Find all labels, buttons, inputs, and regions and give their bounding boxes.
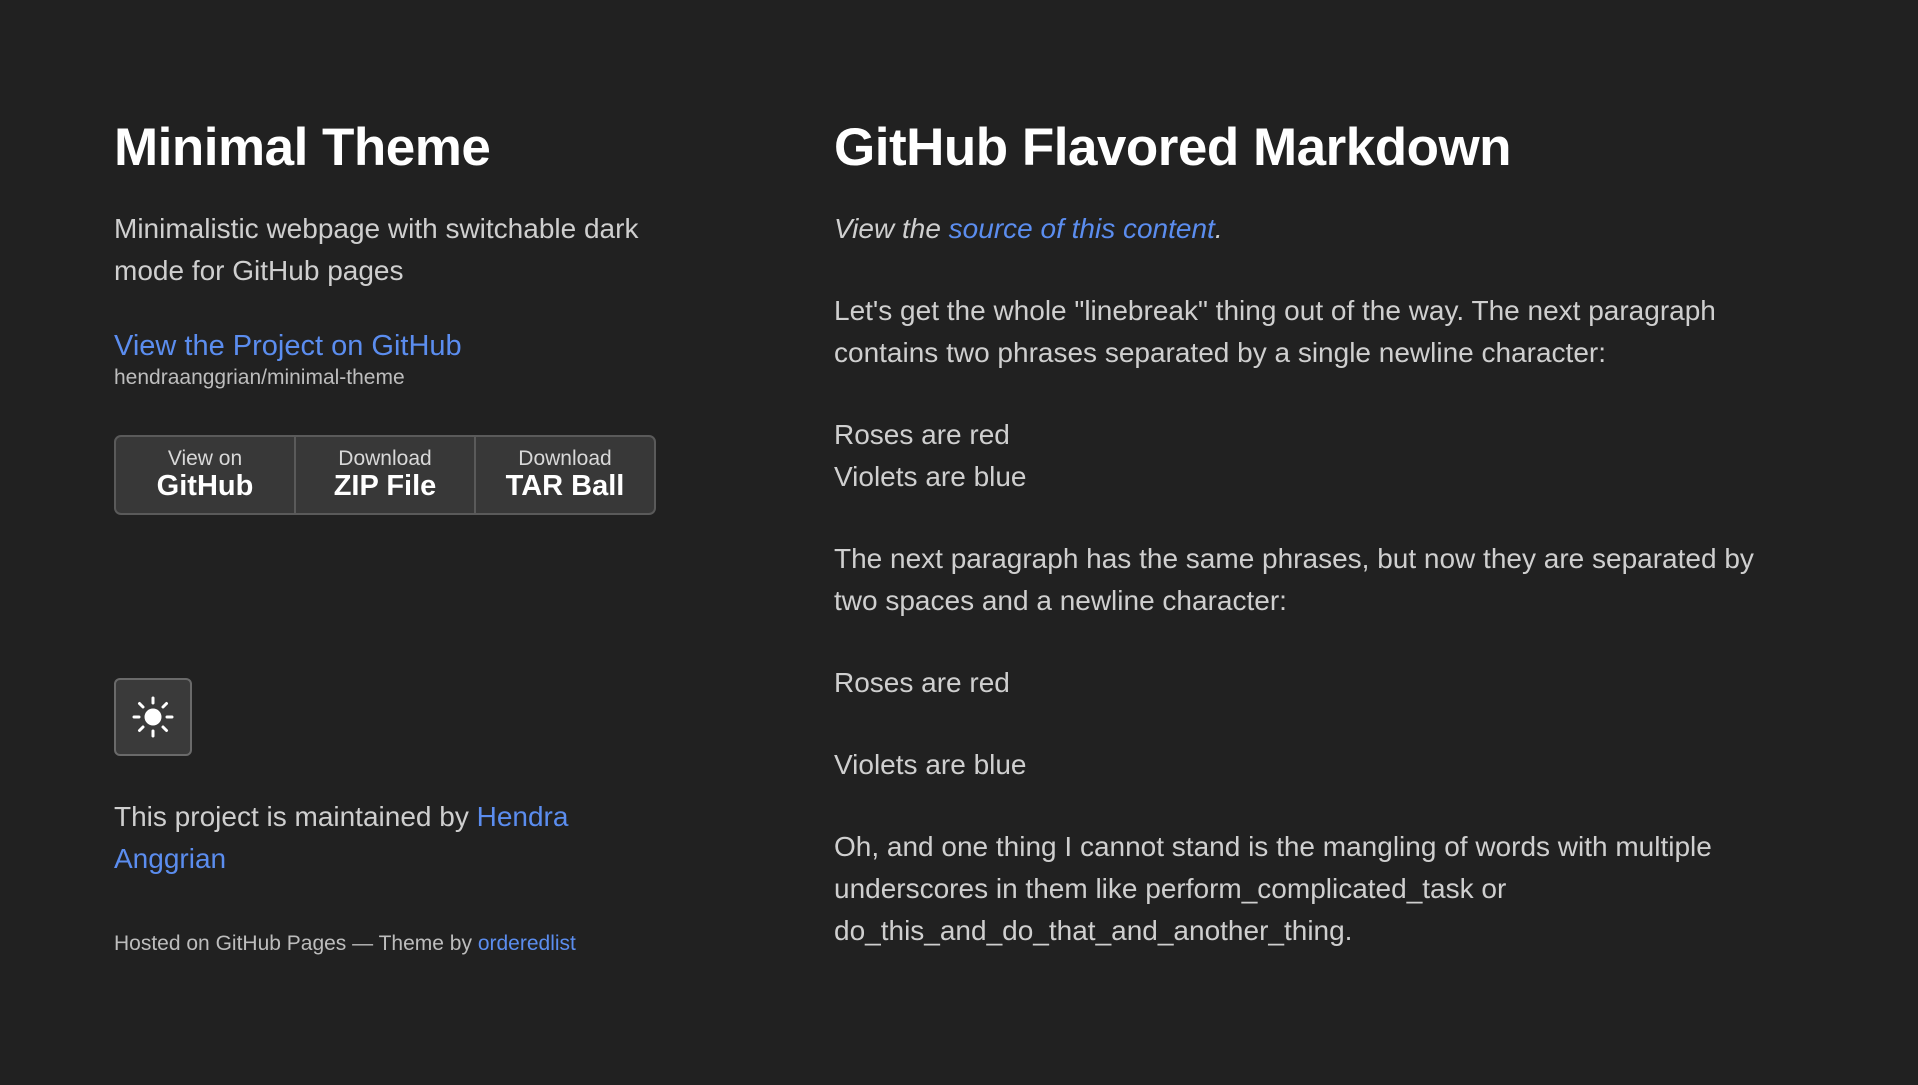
paragraph-roses-single-newline: Roses are red Violets are blue xyxy=(834,414,1804,498)
download-zip-small-label: Download xyxy=(338,447,432,470)
download-tar-small-label: Download xyxy=(518,447,612,470)
maintained-by-text: This project is maintained by Hendra Ang… xyxy=(114,796,634,880)
downloads-group: View on GitHub Download ZIP File Downloa… xyxy=(114,435,656,515)
site-title: Minimal Theme xyxy=(114,118,491,177)
download-tar-big-label: TAR Ball xyxy=(505,470,625,502)
page-title: GitHub Flavored Markdown xyxy=(834,118,1512,177)
maintained-prefix: This project is maintained by xyxy=(114,801,477,832)
source-prefix: View the xyxy=(834,213,949,244)
view-project-link[interactable]: View the Project on GitHub xyxy=(114,328,674,364)
view-on-github-small-label: View on xyxy=(167,447,243,470)
download-zip-button[interactable]: Download ZIP File xyxy=(296,437,476,513)
paragraph-violets-blue: Violets are blue xyxy=(834,749,1027,780)
repo-path: hendraanggrian/minimal-theme xyxy=(114,366,405,389)
download-tar-button[interactable]: Download TAR Ball xyxy=(476,437,654,513)
theme-author-link[interactable]: orderedlist xyxy=(478,932,576,955)
source-suffix: . xyxy=(1214,213,1223,244)
hosted-prefix: Hosted on GitHub Pages — Theme by xyxy=(114,932,478,955)
paragraph-linebreak-intro: Let's get the whole "linebreak" thing ou… xyxy=(834,295,1716,368)
site-tagline: Minimalistic webpage with switchable dar… xyxy=(114,213,639,286)
paragraph-underscores: Oh, and one thing I cannot stand is the … xyxy=(834,831,1712,946)
theme-toggle-button[interactable] xyxy=(114,678,192,756)
source-line: View the source of this content. xyxy=(834,208,1804,250)
roses-line: Roses are red xyxy=(834,419,1010,450)
paragraph-roses-red: Roses are red xyxy=(834,667,1010,698)
main-content: GitHub Flavored Markdown View the source… xyxy=(834,112,1804,952)
paragraph-two-spaces-intro: The next paragraph has the same phrases,… xyxy=(834,543,1754,616)
view-on-github-button[interactable]: View on GitHub xyxy=(116,437,296,513)
violets-line: Violets are blue xyxy=(834,461,1027,492)
source-link[interactable]: source of this content xyxy=(949,213,1215,244)
hosted-on-text: Hosted on GitHub Pages — Theme by ordere… xyxy=(114,930,576,958)
view-on-github-big-label: GitHub xyxy=(156,470,254,502)
sidebar: Minimal Theme Minimalistic webpage with … xyxy=(114,112,674,955)
download-zip-big-label: ZIP File xyxy=(333,470,437,502)
sun-icon xyxy=(132,696,174,738)
